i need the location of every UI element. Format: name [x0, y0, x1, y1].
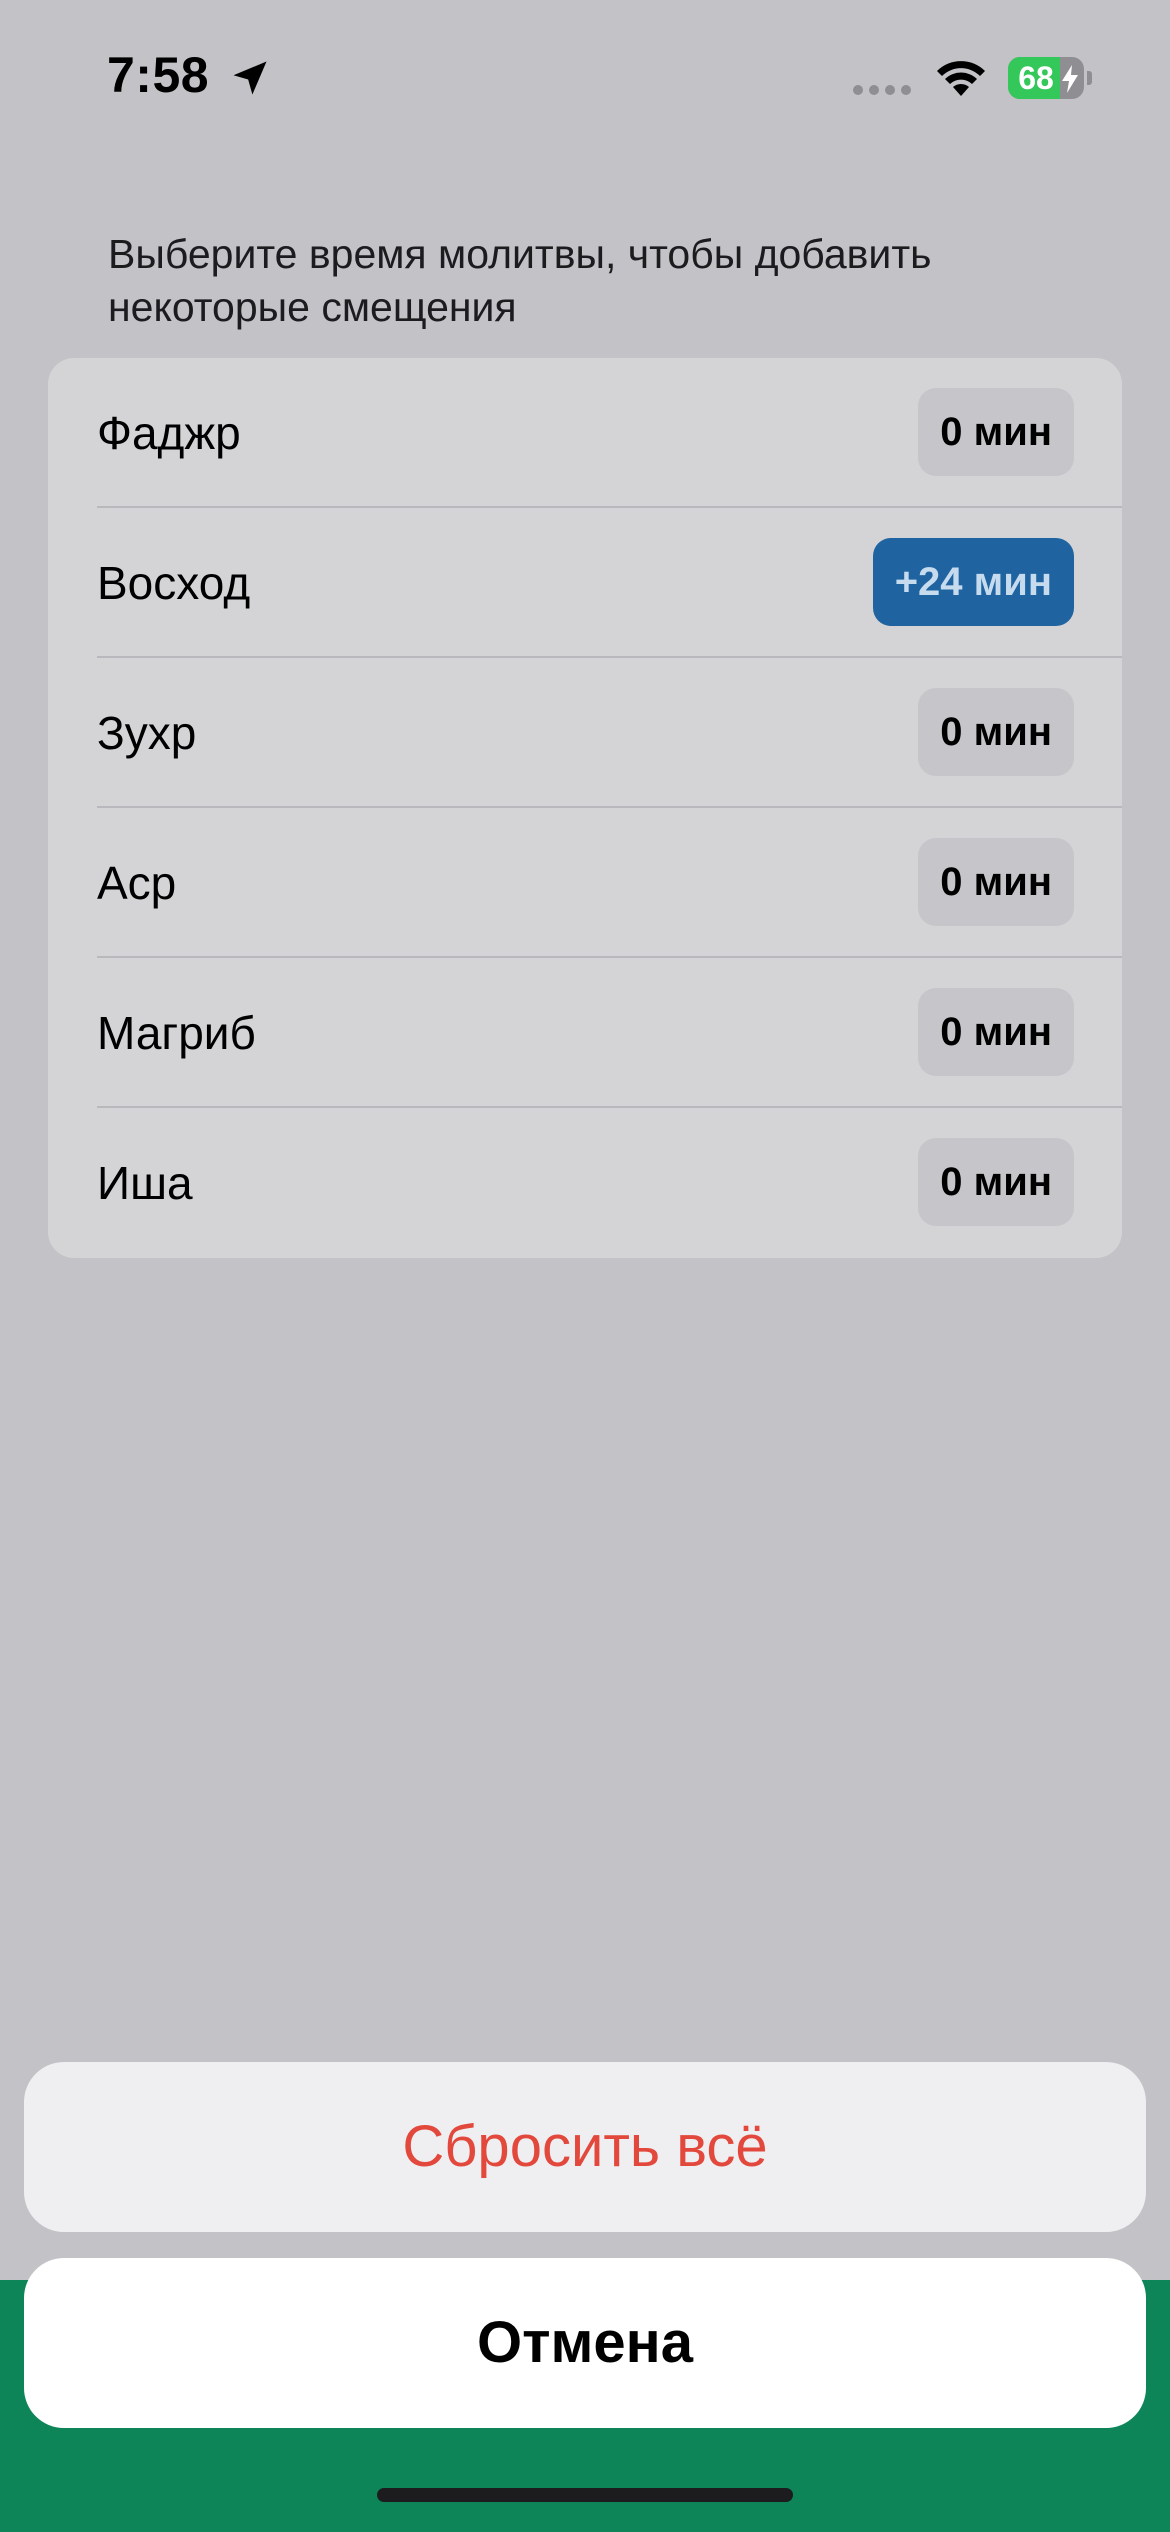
prayer-row-maghrib[interactable]: Магриб 0 мин — [48, 958, 1122, 1108]
prayer-row-dhuhr[interactable]: Зухр 0 мин — [48, 658, 1122, 808]
offset-button[interactable]: 0 мин — [918, 1138, 1074, 1226]
prayer-row-asr[interactable]: Аср 0 мин — [48, 808, 1122, 958]
location-arrow-icon — [233, 61, 267, 95]
prayer-row-fajr[interactable]: Фаджр 0 мин — [48, 358, 1122, 508]
offset-button[interactable]: 0 мин — [918, 688, 1074, 776]
offset-button[interactable]: +24 мин — [872, 538, 1074, 626]
prayer-row-isha[interactable]: Иша 0 мин — [48, 1108, 1122, 1258]
battery-body: 68 — [1008, 57, 1084, 99]
status-time: 7:58 — [107, 47, 210, 103]
prayer-name: Аср — [97, 857, 177, 909]
prayer-name: Магриб — [97, 1007, 256, 1059]
prayer-name: Иша — [97, 1157, 193, 1209]
prayer-name: Зухр — [97, 707, 197, 759]
charging-bolt-icon — [1062, 65, 1078, 93]
cancel-button[interactable]: Отмена — [24, 2258, 1146, 2428]
status-bar: 7:58 68 — [0, 0, 1170, 150]
home-indicator[interactable] — [377, 2488, 793, 2502]
prayer-name: Восход — [97, 557, 251, 609]
wifi-icon — [937, 61, 985, 96]
battery-cap — [1087, 71, 1092, 85]
offset-button[interactable]: 0 мин — [918, 838, 1074, 926]
prayer-offsets-list: Фаджр 0 мин Восход +24 мин Зухр 0 мин Ас… — [48, 358, 1122, 1258]
offset-button[interactable]: 0 мин — [918, 388, 1074, 476]
prayer-name: Фаджр — [97, 407, 241, 459]
battery-level: 68 — [1018, 60, 1054, 96]
offset-button[interactable]: 0 мин — [918, 988, 1074, 1076]
cellular-signal-icon — [853, 85, 911, 95]
prayer-row-sunrise[interactable]: Восход +24 мин — [48, 508, 1122, 658]
battery-indicator: 68 — [1008, 57, 1092, 99]
reset-all-button[interactable]: Сбросить всё — [24, 2062, 1146, 2232]
instruction-text: Выберите время молитвы, чтобы добавить н… — [108, 231, 932, 330]
